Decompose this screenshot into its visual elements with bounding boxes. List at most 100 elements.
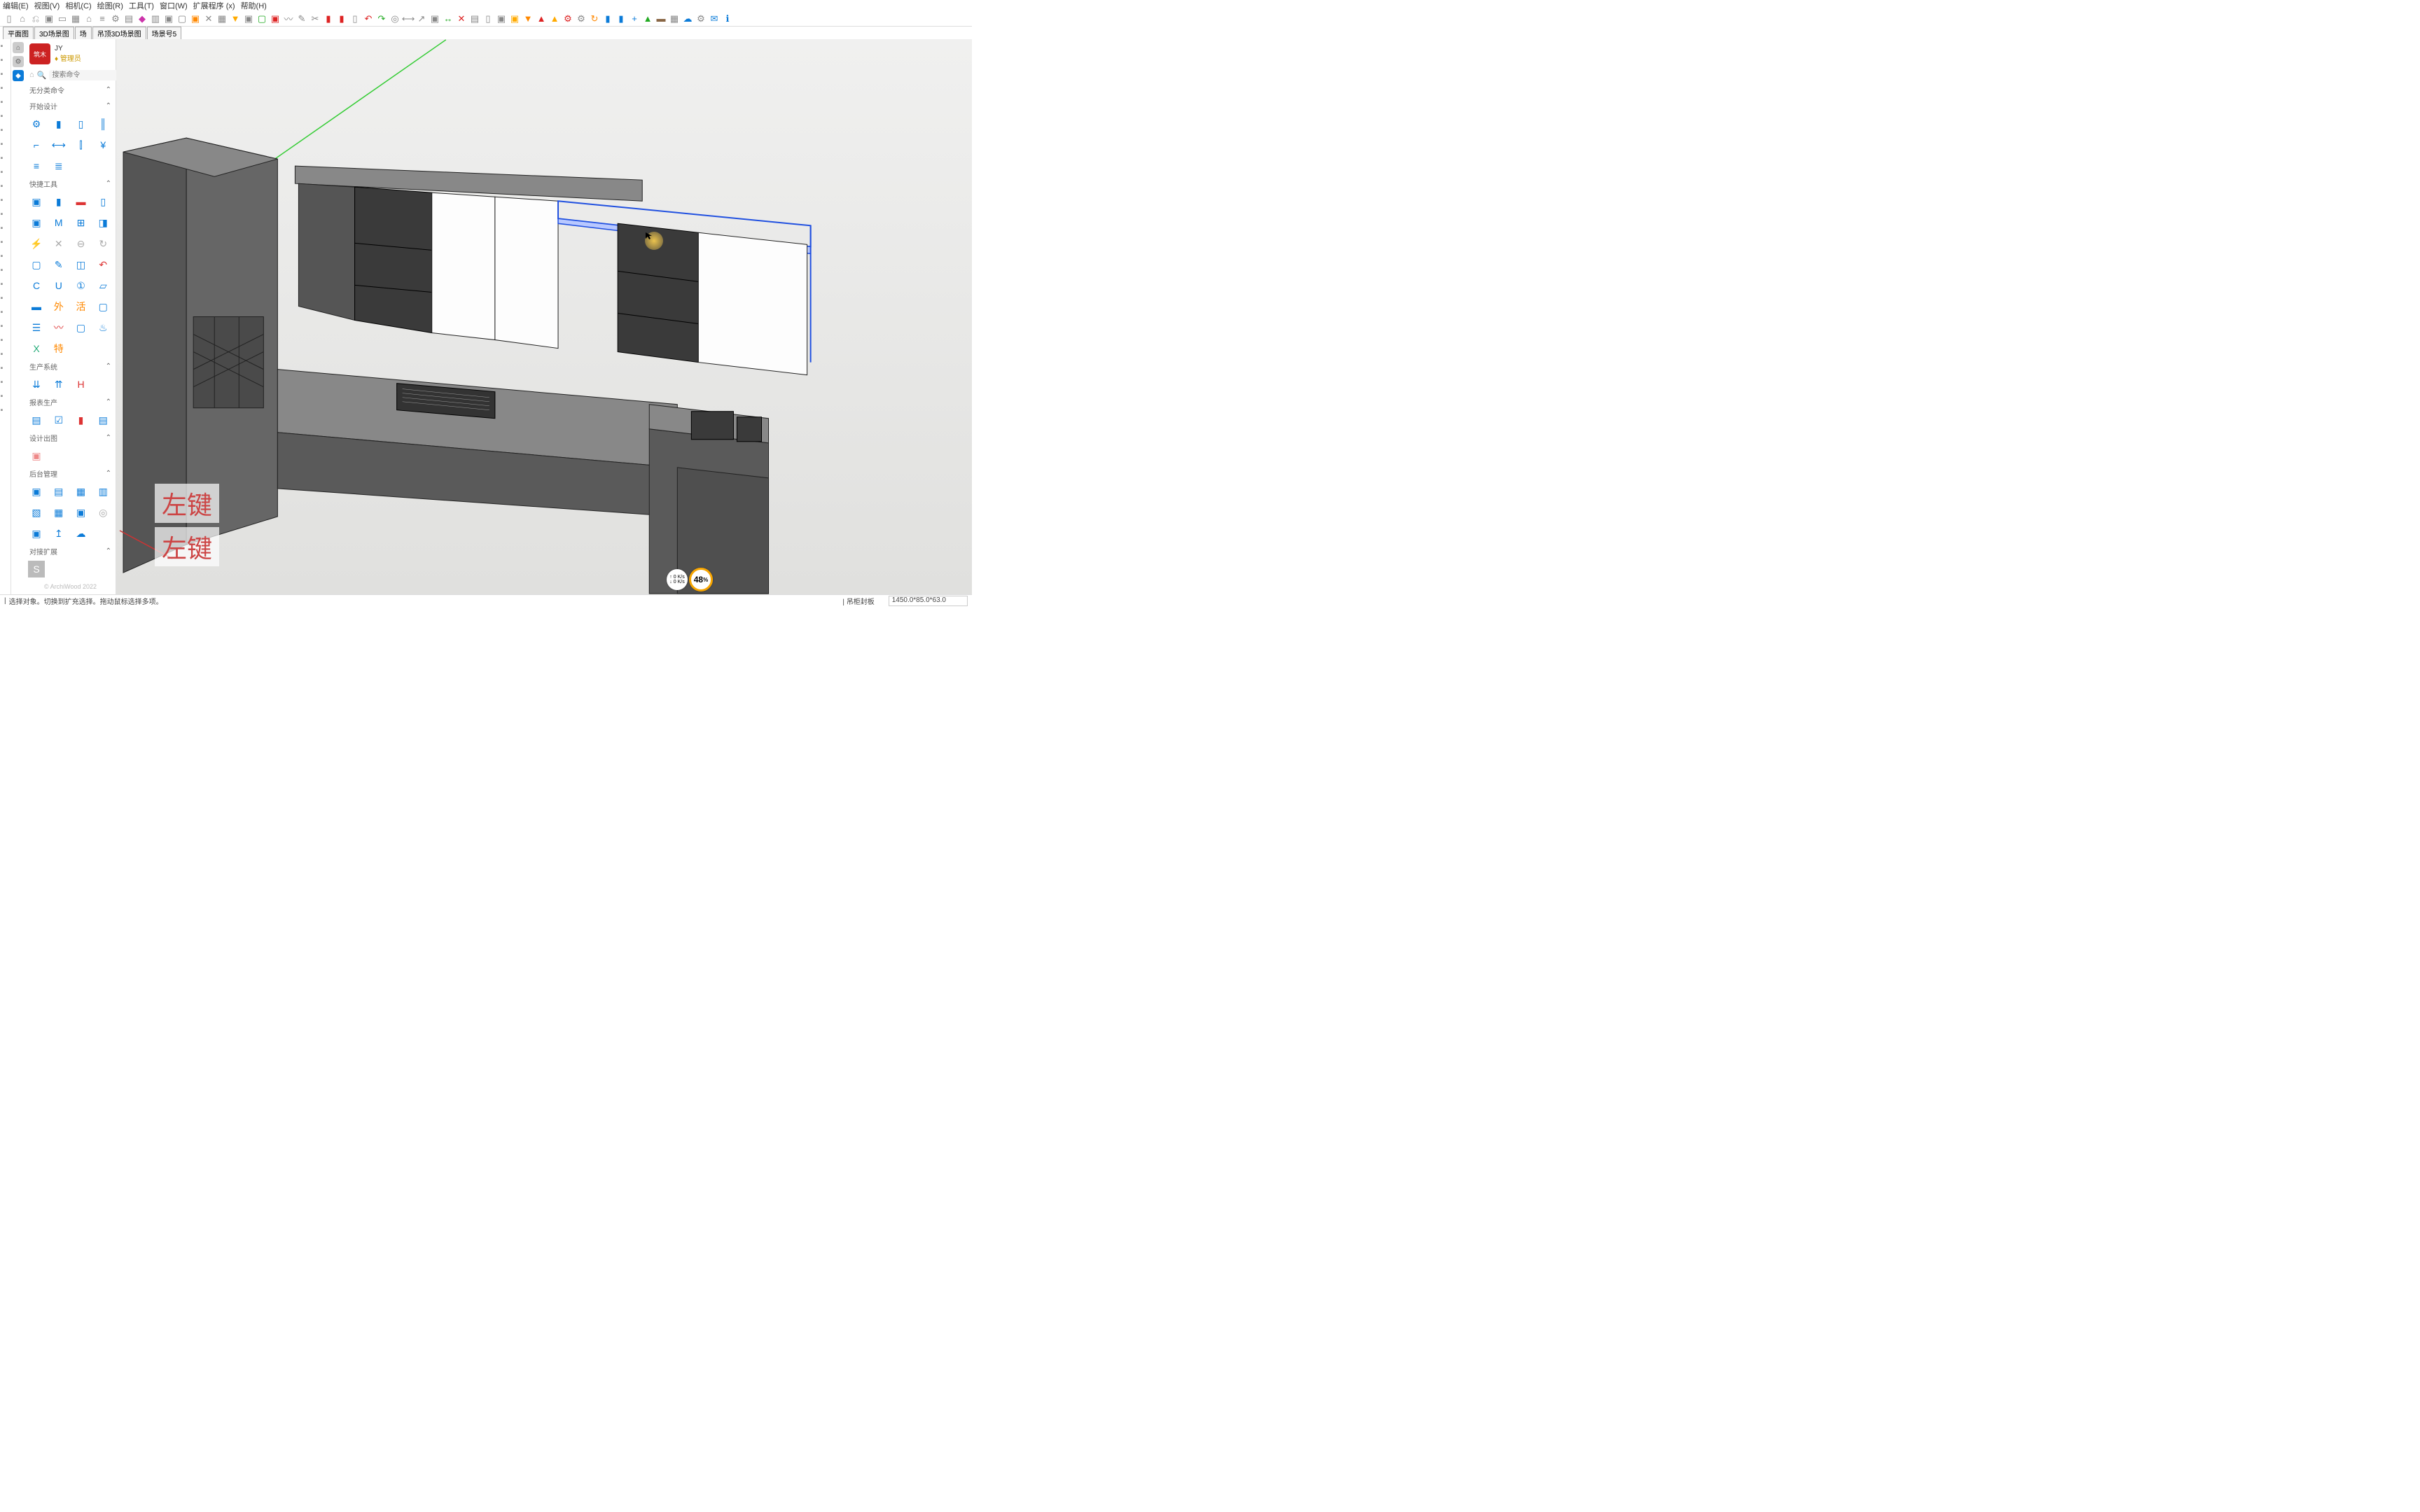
menu-window[interactable]: 窗口(W) xyxy=(160,0,188,11)
tool-dim-icon[interactable]: ⟷ xyxy=(50,136,67,153)
orange-cube-icon[interactable]: ▣ xyxy=(189,13,202,25)
tool-u-icon[interactable]: U xyxy=(50,277,67,294)
section-drawing[interactable]: 设计出图⌃ xyxy=(28,430,113,446)
tool-cols-icon[interactable]: ║ xyxy=(95,115,111,132)
film-icon[interactable]: ▣ xyxy=(495,13,508,25)
tool-c-icon[interactable]: C xyxy=(28,277,45,294)
redcross-icon[interactable]: ✕ xyxy=(455,13,468,25)
row-icon[interactable]: ▭ xyxy=(56,13,69,25)
yellow-cube-icon[interactable]: ▣ xyxy=(508,13,521,25)
tool-live-icon[interactable]: 活 xyxy=(73,298,90,315)
tab-ceiling[interactable]: 吊顶3D场景图 xyxy=(92,27,146,39)
arrow-icon[interactable]: ↗ xyxy=(415,13,428,25)
tool-layout-icon[interactable]: ▤ xyxy=(50,483,67,500)
tool-eq2-icon[interactable]: ≣ xyxy=(50,158,67,174)
menu-edit[interactable]: 编辑(E) xyxy=(3,0,29,11)
redbox-icon[interactable]: ▣ xyxy=(269,13,281,25)
red2-icon[interactable]: ▮ xyxy=(335,13,348,25)
break-icon[interactable]: ⎌ xyxy=(29,13,42,25)
tool-m-icon[interactable]: M xyxy=(50,214,67,231)
tool-target-icon[interactable]: ◎ xyxy=(95,504,111,521)
tool-ext-icon[interactable]: 外 xyxy=(50,298,67,315)
tool-bolt2-icon[interactable]: ✕ xyxy=(50,235,67,252)
tab-3d[interactable]: 3D场景图 xyxy=(34,27,74,39)
menu-view[interactable]: 视图(V) xyxy=(34,0,60,11)
tool-up-icon[interactable]: ⇈ xyxy=(50,376,67,393)
section-start-design[interactable]: 开始设计⌃ xyxy=(28,98,113,114)
undo-icon[interactable]: ↶ xyxy=(362,13,375,25)
flag2-icon[interactable]: ▮ xyxy=(615,13,627,25)
tool-eyedrop-icon[interactable]: ✎ xyxy=(50,256,67,273)
tool-corner-icon[interactable]: ⌐ xyxy=(28,136,45,153)
tool-bars-icon[interactable]: ☰ xyxy=(28,319,45,336)
redo-icon[interactable]: ↷ xyxy=(375,13,388,25)
tab-plan[interactable]: 平面图 xyxy=(3,27,34,39)
red1-icon[interactable]: ▮ xyxy=(322,13,335,25)
avatar[interactable]: 筑木 xyxy=(29,43,50,64)
tool-gap-icon[interactable]: ▯ xyxy=(95,193,111,210)
tool-page-icon[interactable]: ▤ xyxy=(28,412,45,428)
gear-icon[interactable]: ⚙ xyxy=(109,13,122,25)
section-quick-tools[interactable]: 快捷工具⌃ xyxy=(28,176,113,192)
tool-pink-icon[interactable]: ▣ xyxy=(28,447,45,464)
red-cfg-icon[interactable]: ⚙ xyxy=(562,13,574,25)
tool-fire-icon[interactable]: ♨ xyxy=(95,319,111,336)
info-icon[interactable]: ℹ xyxy=(721,13,734,25)
tool-gift-icon[interactable]: ▣ xyxy=(73,504,90,521)
tool-db5-icon[interactable]: ▣ xyxy=(28,525,45,542)
strip-icon[interactable]: ▪ xyxy=(1,224,11,234)
tree-icon[interactable]: ▲ xyxy=(641,13,654,25)
house-icon[interactable]: ⌂ xyxy=(83,13,95,25)
tool-list-icon[interactable]: ▤ xyxy=(95,412,111,428)
tool-adjust-icon[interactable]: ⫿ xyxy=(73,136,90,153)
tool-down-icon[interactable]: ⇊ xyxy=(28,376,45,393)
tool-red-icon[interactable]: ▬ xyxy=(73,193,90,210)
tool-db2-icon[interactable]: ▦ xyxy=(73,483,90,500)
cube-icon[interactable]: ▣ xyxy=(43,13,55,25)
tool-sig-icon[interactable]: ▮ xyxy=(73,412,90,428)
layers-icon[interactable]: ▤ xyxy=(123,13,135,25)
strip-icon[interactable]: ▪ xyxy=(1,126,11,136)
plus-icon[interactable]: + xyxy=(628,13,641,25)
orange-dn-icon[interactable]: ▼ xyxy=(522,13,534,25)
down-icon[interactable]: ▼ xyxy=(229,13,242,25)
camera-icon[interactable]: ▣ xyxy=(429,13,441,25)
tool-db3-icon[interactable]: ▥ xyxy=(95,483,111,500)
strip-icon[interactable]: ▪ xyxy=(1,252,11,262)
strip-icon[interactable]: ▪ xyxy=(1,98,11,108)
strip-icon[interactable]: ▪ xyxy=(1,392,11,402)
tool-h-icon[interactable]: H xyxy=(73,376,90,393)
strip-icon[interactable]: ▪ xyxy=(1,322,11,332)
tool-sbox-icon[interactable]: S xyxy=(28,561,45,578)
tool-link-icon[interactable]: ⊖ xyxy=(73,235,90,252)
strip-icon[interactable]: ▪ xyxy=(1,294,11,304)
tool-cube-icon[interactable]: ▣ xyxy=(28,193,45,210)
tool-cycle-icon[interactable]: ↻ xyxy=(95,235,111,252)
new-icon[interactable]: ▯ xyxy=(3,13,15,25)
strip-icon[interactable]: ▪ xyxy=(1,42,11,52)
gear2-icon[interactable]: ⚙ xyxy=(575,13,587,25)
strip-icon[interactable]: ▪ xyxy=(1,196,11,206)
cloud-icon[interactable]: ☁ xyxy=(681,13,694,25)
strip-icon[interactable]: ▪ xyxy=(1,238,11,248)
dim-icon[interactable]: ⟷ xyxy=(402,13,415,25)
section-backend[interactable]: 后台管理⌃ xyxy=(28,465,113,482)
box-icon[interactable]: ▦ xyxy=(69,13,82,25)
strip-icon[interactable]: ▪ xyxy=(1,182,11,192)
move-g-icon[interactable]: ↔ xyxy=(442,13,454,25)
tool-bolt-icon[interactable]: ⚡ xyxy=(28,235,45,252)
tool-sq2-icon[interactable]: ▢ xyxy=(95,298,111,315)
strip-icon[interactable]: ▪ xyxy=(1,210,11,220)
tool-grid4-icon[interactable]: ⊞ xyxy=(73,214,90,231)
home-icon[interactable]: ⌂ xyxy=(29,71,34,80)
strip-icon[interactable]: ▪ xyxy=(1,336,11,346)
tool-half-icon[interactable]: ◨ xyxy=(95,214,111,231)
strip-icon[interactable]: ▪ xyxy=(1,70,11,80)
strip-icon[interactable]: ▪ xyxy=(1,406,11,416)
checker-icon[interactable]: ▦ xyxy=(668,13,681,25)
tool-one-icon[interactable]: ① xyxy=(73,277,90,294)
flag1-icon[interactable]: ▮ xyxy=(601,13,614,25)
target-icon[interactable]: ◎ xyxy=(389,13,401,25)
up-red-icon[interactable]: ▲ xyxy=(535,13,548,25)
menu-tools[interactable]: 工具(T) xyxy=(129,0,154,11)
